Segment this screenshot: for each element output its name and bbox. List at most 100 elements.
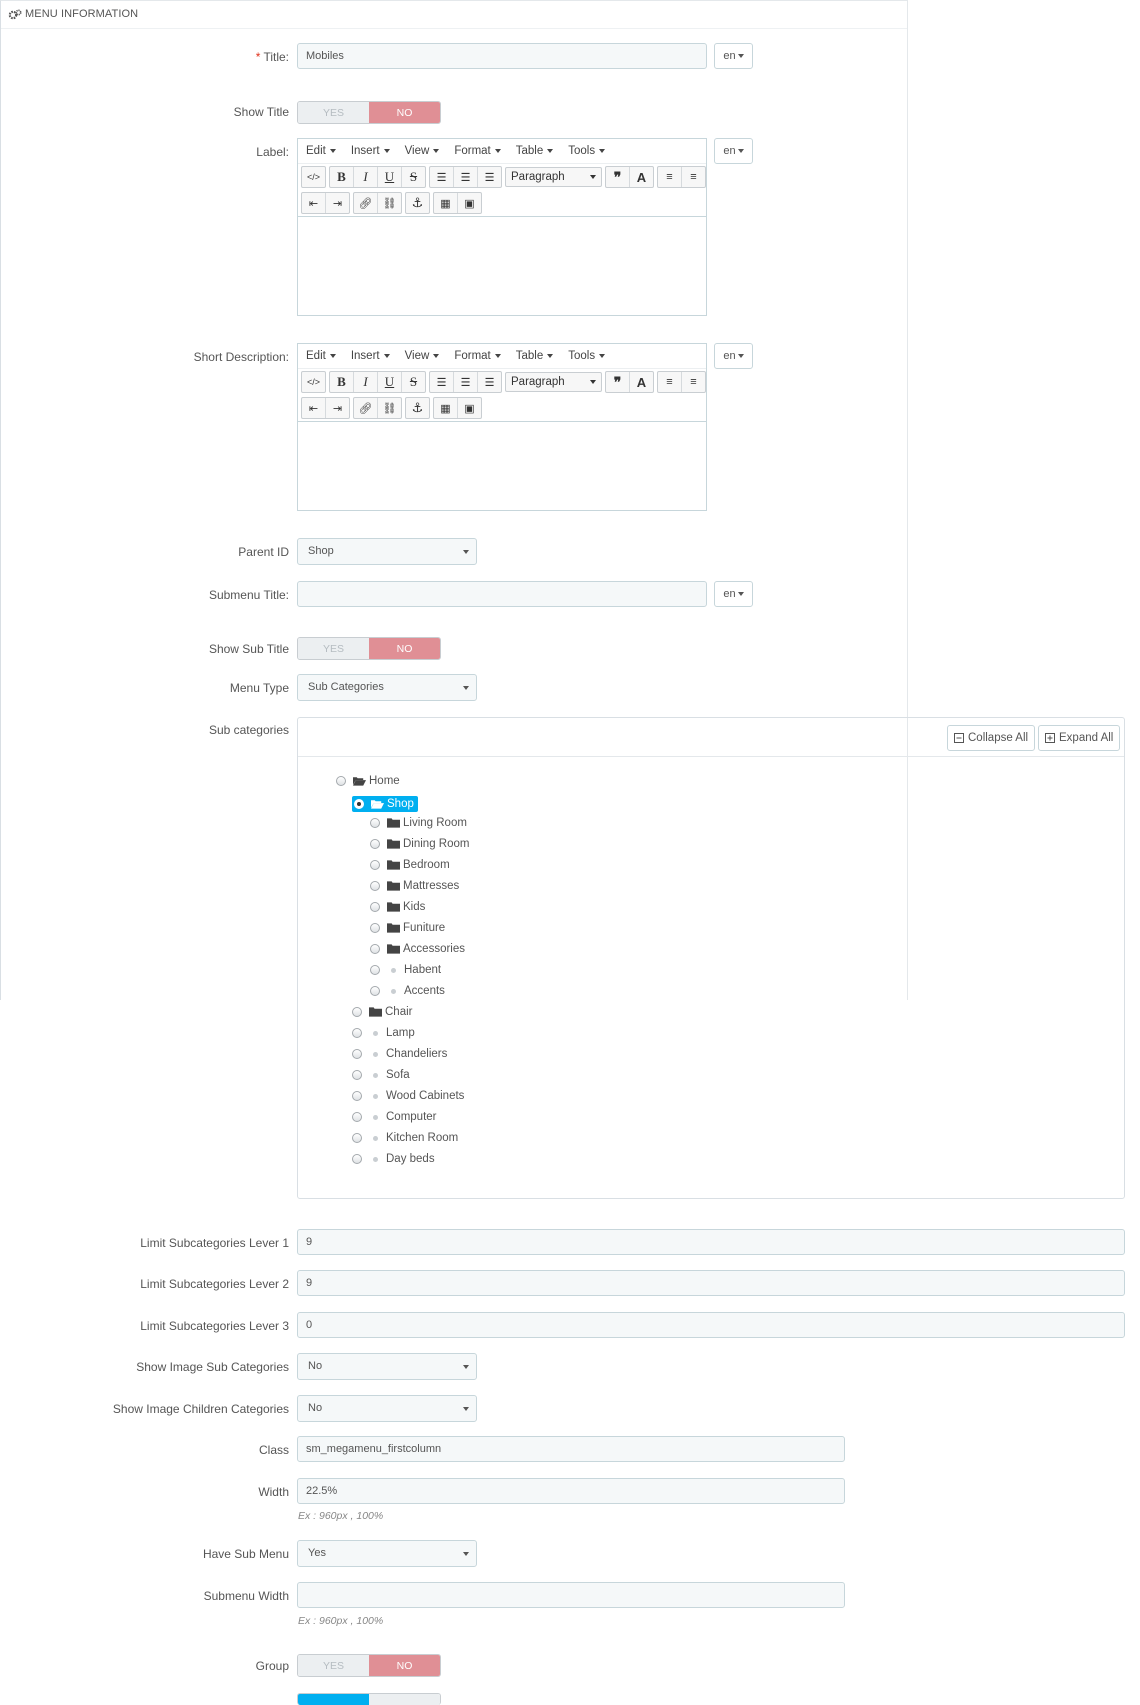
group-switch[interactable]: YES NO [297,1654,441,1677]
group-yes[interactable]: YES [298,1655,369,1676]
limit-level-3-input[interactable]: 0 [297,1312,1125,1338]
menu-type-select[interactable]: Sub Categories [297,674,477,701]
tree-node[interactable]: Funiture [370,922,445,934]
submenu-width-input[interactable] [297,1582,845,1608]
width-input[interactable]: 22.5% [297,1478,845,1504]
numbered-list-icon[interactable]: ≡ [682,167,705,187]
tree-node[interactable]: Lamp [352,1027,415,1039]
parent-id-select[interactable]: Shop [297,538,477,565]
bullet-list-icon[interactable]: ≡ [658,372,682,392]
limit-level-1-input[interactable]: 9 [297,1229,1125,1255]
tree-node[interactable]: Mattresses [370,880,459,892]
align-left-icon[interactable]: ☰ [430,372,454,392]
tree-node-radio[interactable] [370,839,380,849]
anchor-icon[interactable]: ⚓︎ [406,398,429,418]
have-sub-menu-select[interactable]: Yes [297,1540,477,1567]
tree-node[interactable]: Day beds [352,1153,435,1165]
tree-node-radio[interactable] [352,1007,362,1017]
tree-node-radio[interactable] [370,860,380,870]
tree-node-radio[interactable] [352,1049,362,1059]
show-image-sub-categories-select[interactable]: No [297,1353,477,1380]
indent-icon[interactable]: ⇥ [326,398,349,418]
tree-node-radio[interactable] [354,799,364,809]
short-description-editor[interactable]: Edit Insert View Format Table Tools </> … [297,343,707,511]
tree-node[interactable]: Chandeliers [352,1048,447,1060]
show-title-switch[interactable]: YES NO [297,101,441,124]
show-title-no[interactable]: NO [369,102,440,123]
blockquote-icon[interactable]: ❞ [606,372,630,392]
align-right-icon[interactable]: ☰ [478,167,501,187]
tree-node-radio[interactable] [352,1133,362,1143]
menu-insert[interactable]: Insert [351,350,390,362]
show-sub-title-no[interactable]: NO [369,638,440,659]
label-language-button[interactable]: en [714,138,753,164]
tree-node-radio[interactable] [370,881,380,891]
link-icon[interactable]: 🔗︎ [354,398,378,418]
tree-node[interactable]: Dining Room [370,838,469,850]
show-sub-title-yes[interactable]: YES [298,638,369,659]
menu-format[interactable]: Format [454,350,501,362]
tree-node[interactable]: Computer [352,1111,437,1123]
next-switch-partial[interactable] [297,1693,441,1705]
underline-icon[interactable]: U [378,167,402,187]
tree-node[interactable]: Bedroom [370,859,450,871]
tree-node[interactable]: Living Room [370,817,467,829]
tree-node[interactable]: Accents [370,985,445,997]
menu-edit[interactable]: Edit [306,350,336,362]
italic-icon[interactable]: I [354,372,378,392]
tree-node[interactable]: Home [336,775,400,787]
menu-insert[interactable]: Insert [351,145,390,157]
label-editor[interactable]: Edit Insert View Format Table Tools </> … [297,138,707,316]
tree-node-radio[interactable] [370,986,380,996]
menu-view[interactable]: View [405,145,440,157]
unlink-icon[interactable]: ⛓︎ [378,398,401,418]
tree-node-radio[interactable] [370,944,380,954]
source-code-icon[interactable]: </> [302,372,325,392]
show-title-yes[interactable]: YES [298,102,369,123]
expand-all-button[interactable]: Expand All [1038,725,1121,751]
limit-level-2-input[interactable]: 9 [297,1270,1125,1296]
class-input[interactable]: sm_megamenu_firstcolumn [297,1436,845,1462]
tree-node[interactable]: Chair [352,1006,412,1018]
outdent-icon[interactable]: ⇤ [302,398,326,418]
numbered-list-icon[interactable]: ≡ [682,372,705,392]
tree-node[interactable]: Wood Cabinets [352,1090,464,1102]
tree-node-radio[interactable] [352,1091,362,1101]
image-icon[interactable]: ▣ [458,193,481,213]
collapse-all-button[interactable]: Collapse All [947,725,1036,751]
align-left-icon[interactable]: ☰ [430,167,454,187]
menu-format[interactable]: Format [454,145,501,157]
tree-node-radio[interactable] [370,902,380,912]
text-color-icon[interactable]: A [630,167,653,187]
menu-tools[interactable]: Tools [568,145,606,157]
align-center-icon[interactable]: ☰ [454,167,478,187]
tree-node[interactable]: Kitchen Room [352,1132,458,1144]
media-icon[interactable]: ▦ [434,193,458,213]
tree-node-radio[interactable] [336,776,346,786]
tree-node[interactable]: Accessories [370,943,465,955]
menu-table[interactable]: Table [516,145,554,157]
menu-view[interactable]: View [405,350,440,362]
source-code-icon[interactable]: </> [302,167,325,187]
tree-node[interactable]: Shop [352,796,418,812]
tree-node[interactable]: Sofa [352,1069,410,1081]
short-description-language-button[interactable]: en [714,343,753,369]
text-color-icon[interactable]: A [630,372,653,392]
strikethrough-icon[interactable]: S [402,372,425,392]
tree-node-radio[interactable] [352,1112,362,1122]
anchor-icon[interactable]: ⚓︎ [406,193,429,213]
selected-tree-node[interactable]: Shop [352,796,418,812]
block-format-select[interactable]: Paragraph [505,372,602,392]
bold-icon[interactable]: B [330,372,354,392]
underline-icon[interactable]: U [378,372,402,392]
tree-node-radio[interactable] [352,1028,362,1038]
align-center-icon[interactable]: ☰ [454,372,478,392]
block-format-select[interactable]: Paragraph [505,167,602,187]
show-sub-title-switch[interactable]: YES NO [297,637,441,660]
tree-node-radio[interactable] [370,923,380,933]
tree-node-radio[interactable] [352,1070,362,1080]
media-icon[interactable]: ▦ [434,398,458,418]
submenu-title-language-button[interactable]: en [714,581,753,607]
tree-node[interactable]: Kids [370,901,425,913]
tree-node-radio[interactable] [370,965,380,975]
